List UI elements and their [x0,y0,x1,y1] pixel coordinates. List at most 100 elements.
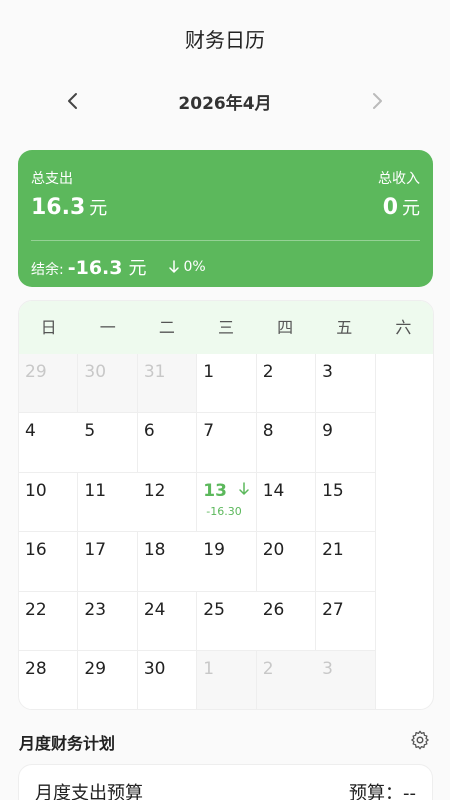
arrow-down-icon [169,260,180,273]
day-cell[interactable]: 6 [137,413,198,473]
next-month-button[interactable] [362,86,392,116]
day-cell[interactable]: 17 [78,532,138,592]
day-number: 19 [203,540,225,561]
day-cell[interactable]: 4 [19,413,79,473]
balance-row: 结余: -16.3 元 0% [31,254,206,280]
day-number: 30 [143,658,166,679]
day-cell[interactable]: 27 [316,591,376,651]
day-number: 13 [203,480,227,501]
day-cell[interactable]: 26 [256,591,317,651]
plan-settings-button[interactable] [409,729,431,751]
day-cell[interactable]: 20 [256,532,317,592]
day-number: 12 [143,480,166,501]
day-cell[interactable]: 12 [137,472,198,533]
day-cell[interactable]: 21 [316,532,376,592]
day-cell[interactable]: 30 [78,354,138,414]
day-amount: -16.30 [206,504,242,518]
day-cell[interactable]: 11 [78,472,138,533]
balance-value: -16.3 [67,257,123,279]
day-number: 3 [322,658,333,679]
day-cell[interactable]: 1 [197,650,257,709]
expense-arrow-icon [238,482,249,495]
summary-card: 总支出 总收入 16.3 元 0元 结余: -16.3 元 0% [18,150,433,287]
day-number: 7 [203,421,215,442]
calendar-grid: 29 30 31 1 2 3 4 5 6 7 8 9 10 11 12 13 -16.30 14 15 16 17 18 1… [19,354,433,709]
day-number: 23 [84,599,107,620]
day-number: 20 [262,540,285,561]
day-number: 5 [84,421,96,442]
weekday-header: 日一二三四五六 [19,301,433,354]
budget-card-label: 月度支出预算 [35,783,143,800]
balance-label: 结余: [31,262,64,278]
day-number: 8 [262,421,274,442]
income-total: 0元 [383,194,420,220]
day-cell[interactable]: 29 [78,650,138,709]
day-cell[interactable]: 1 [197,354,257,414]
income-value: 0 [382,195,398,220]
weekday-label: 五 [336,318,353,337]
expense-total: 16.3 元 [31,194,107,220]
trend-value: 0% [183,259,206,275]
day-number: 29 [84,658,107,679]
day-cell[interactable]: 22 [19,591,79,651]
day-number: 10 [25,480,47,501]
calendar: 日一二三四五六 29 30 31 1 2 3 4 5 6 7 8 9 10 11 12 13 -16.30 14 1… [18,300,434,710]
day-number: 31 [143,362,166,382]
day-cell[interactable]: 9 [316,413,376,473]
day-cell[interactable]: 30 [137,650,198,709]
day-number: 9 [322,421,333,442]
day-number: 29 [25,362,47,382]
day-cell[interactable]: 25 [197,591,257,651]
income-label: 总收入 [378,171,420,187]
day-cell[interactable]: 24 [137,591,198,651]
day-cell[interactable]: 15 [316,472,376,533]
day-number: 3 [322,362,333,382]
weekday-label: 日 [40,318,57,337]
day-cell[interactable]: 2 [256,650,317,709]
day-cell[interactable]: 29 [19,354,79,414]
day-number: 30 [84,362,107,382]
day-number: 27 [322,599,344,620]
day-cell[interactable]: 7 [197,413,257,473]
day-cell[interactable]: 16 [19,532,79,592]
weekday-label: 三 [217,318,234,337]
day-number: 14 [262,480,285,501]
page-title: 财务日历 [185,28,265,52]
budget-value: 预算：-- [349,783,416,800]
monthly-budget-card[interactable]: 月度支出预算 预算：-- [18,764,433,800]
expense-unit: 元 [89,198,108,219]
day-cell[interactable]: 13 -16.30 [197,472,257,533]
day-number: 2 [262,658,274,679]
summary-divider [31,240,420,241]
day-cell[interactable]: 31 [137,354,198,414]
expense-label: 总支出 [31,171,73,187]
day-number: 18 [143,540,166,561]
day-cell[interactable]: 19 [197,532,257,592]
day-number: 21 [322,540,344,561]
day-number: 1 [203,658,215,679]
income-unit: 元 [402,198,420,219]
day-number: 11 [84,480,107,501]
day-cell[interactable]: 14 [256,472,317,533]
day-cell[interactable]: 8 [256,413,317,473]
day-cell[interactable]: 18 [137,532,198,592]
day-number: 17 [84,540,107,561]
day-number: 2 [262,362,274,382]
day-cell[interactable]: 3 [316,354,376,414]
gear-icon [411,730,429,750]
plan-section-title: 月度财务计划 [19,734,116,753]
weekday-label: 二 [158,318,175,337]
day-cell[interactable]: 2 [256,354,317,414]
day-cell[interactable]: 3 [316,650,376,709]
day-number: 4 [25,421,36,442]
day-cell[interactable]: 28 [19,650,79,709]
day-number: 26 [262,599,285,620]
day-number: 22 [25,599,47,620]
day-number: 25 [203,599,225,620]
day-number: 1 [203,362,215,382]
day-number: 6 [143,421,155,442]
balance-unit: 元 [128,258,147,279]
day-cell[interactable]: 10 [19,472,79,533]
day-cell[interactable]: 23 [78,591,138,651]
day-cell[interactable]: 5 [78,413,138,473]
